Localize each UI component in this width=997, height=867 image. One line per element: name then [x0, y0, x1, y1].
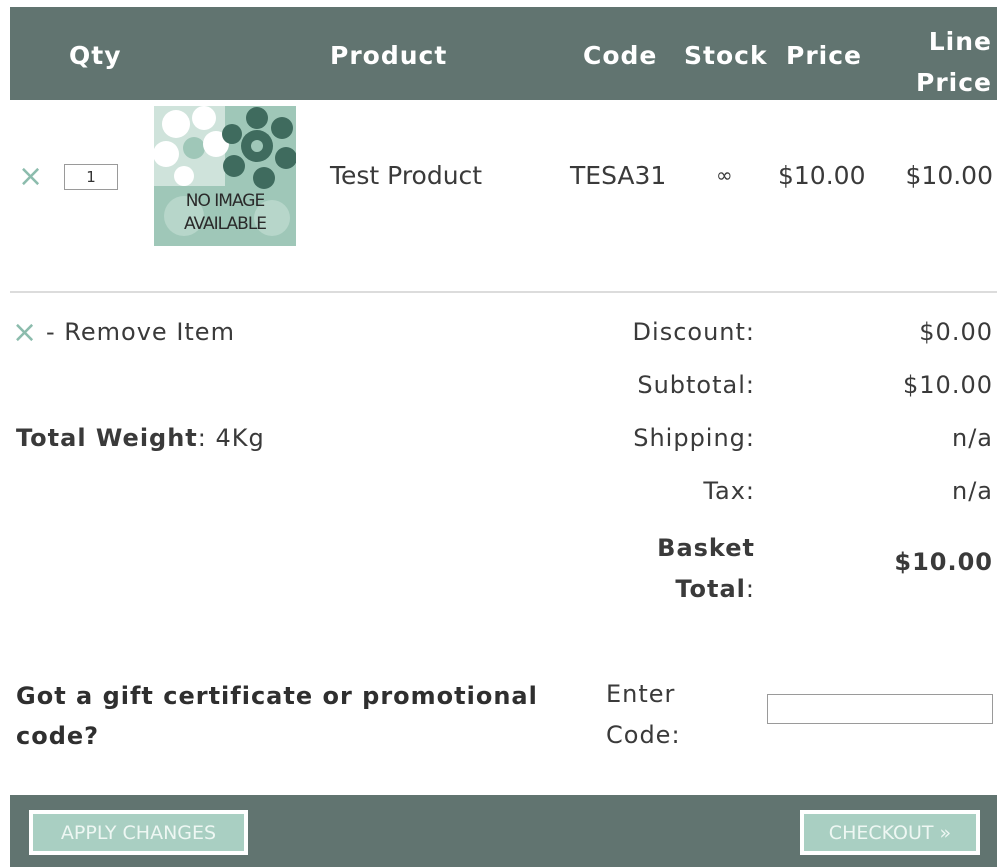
subtotal-label: Subtotal:	[637, 371, 755, 399]
enter-code-label: Enter Code:	[606, 680, 681, 749]
quantity-input[interactable]	[64, 164, 118, 190]
header-product: Product	[330, 41, 448, 70]
row-divider	[10, 291, 997, 293]
basket-total-colon: :	[745, 575, 755, 603]
close-icon: ×	[12, 315, 38, 350]
header-line-price-line2: Price	[916, 68, 992, 97]
header-line-price-line1: Line	[928, 27, 992, 56]
total-weight: Total Weight: 4Kg	[16, 424, 265, 452]
cart-footer-bar: APPLY CHANGES CHECKOUT »	[10, 795, 997, 867]
discount-label: Discount:	[632, 318, 755, 346]
product-code: TESA31	[570, 161, 667, 190]
promo-question: Got a gift certificate or promotional co…	[16, 682, 538, 750]
product-name-link[interactable]: Test Product	[330, 161, 482, 190]
header-line-price: Line Price	[916, 21, 992, 103]
checkout-button[interactable]: CHECKOUT »	[800, 810, 980, 855]
header-qty: Qty	[69, 41, 122, 70]
total-weight-label: Total Weight	[16, 424, 198, 452]
unit-price: $10.00	[778, 161, 866, 190]
discount-value: $0.00	[919, 318, 993, 346]
basket-total-label: Basket Total:	[657, 528, 755, 610]
stock-value: ∞	[716, 163, 733, 187]
cart-table-header: Qty Product Code Stock Price Line Price	[10, 7, 997, 100]
basket-total-value: $10.00	[894, 548, 993, 576]
no-image-placeholder-icon: NO IMAGE AVAILABLE	[154, 106, 296, 246]
shipping-label: Shipping:	[633, 424, 755, 452]
no-image-caption: NO IMAGE AVAILABLE	[154, 190, 296, 236]
subtotal-value: $10.00	[903, 371, 993, 399]
apply-changes-button[interactable]: APPLY CHANGES	[29, 810, 248, 855]
close-icon[interactable]: ×	[18, 162, 43, 192]
tax-value: n/a	[951, 477, 993, 505]
basket-total-label-line1: Basket	[657, 534, 755, 562]
tax-label: Tax:	[703, 477, 755, 505]
shipping-value: n/a	[951, 424, 993, 452]
header-code: Code	[583, 41, 658, 70]
basket-total-label-line2: Total	[675, 575, 746, 603]
header-stock: Stock	[684, 41, 768, 70]
header-price: Price	[786, 41, 862, 70]
promo-code-input[interactable]	[767, 694, 993, 724]
line-price: $10.00	[905, 161, 993, 190]
no-image-caption-line2: AVAILABLE	[183, 214, 267, 234]
total-weight-value: : 4Kg	[197, 424, 265, 452]
no-image-caption-line1: NO IMAGE	[185, 191, 265, 211]
remove-item-hint: - Remove Item	[46, 318, 235, 346]
